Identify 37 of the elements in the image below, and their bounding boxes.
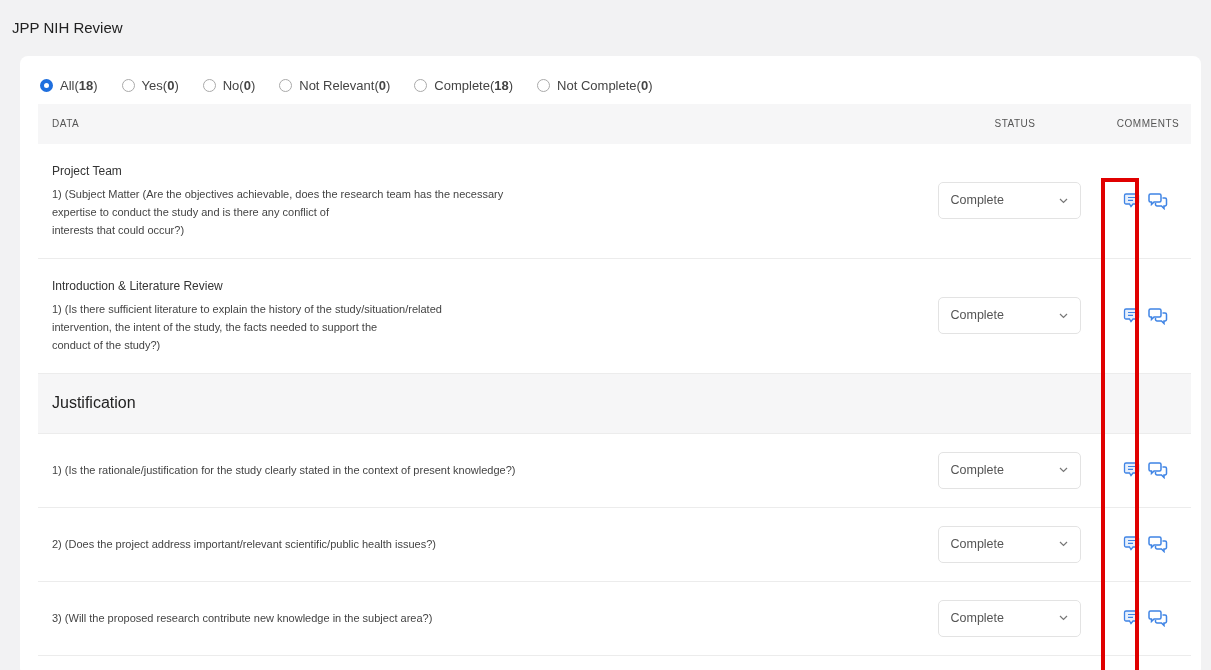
status-dropdown[interactable]: Complete xyxy=(937,297,1081,334)
question-text: expertise to conduct the study and is there any conflict of xyxy=(52,205,330,220)
chevron-down-icon xyxy=(1058,197,1068,204)
status-dropdown[interactable]: Complete xyxy=(937,599,1081,637)
filter-radio[interactable]: Complete(18) xyxy=(414,76,514,96)
conversation-icon[interactable] xyxy=(1148,535,1168,553)
column-header: STATUS xyxy=(993,117,1037,131)
conversation-icon[interactable] xyxy=(1148,191,1168,210)
question-text: 1) (Is the rationale/justification for the study clearly stated in the context of present knowledge?) xyxy=(52,463,517,478)
conversation-icon[interactable] xyxy=(1148,461,1168,479)
question-text: intervention, the intent of the study, the facts needed to support the xyxy=(52,320,379,335)
page-title: JPP NIH Review xyxy=(11,18,124,38)
question-text: 3) (Will the proposed research contribute new knowledge in the subject area?) xyxy=(52,611,434,626)
question-text: 1) (Subject Matter (Are the objectives achievable, does the research team has the necessary xyxy=(52,187,505,202)
section-heading: Justification xyxy=(51,393,136,413)
conversation-icon[interactable] xyxy=(1148,306,1168,325)
filter-radio[interactable]: No(0) xyxy=(202,76,256,96)
column-header: COMMENTS xyxy=(1115,117,1181,131)
status-dropdown[interactable]: Complete xyxy=(937,182,1081,219)
question-text: conduct of the study?) xyxy=(52,338,162,353)
question-group-title: Introduction & Literature Review xyxy=(52,278,224,295)
question-text: interests that could occur?) xyxy=(52,223,186,238)
conversation-icon[interactable] xyxy=(1148,609,1168,627)
status-dropdown[interactable]: Complete xyxy=(937,525,1081,563)
chevron-down-icon xyxy=(1058,467,1068,473)
filter-radio[interactable]: Not Complete(0) xyxy=(537,76,653,96)
column-header: DATA xyxy=(51,117,81,131)
status-dropdown[interactable]: Complete xyxy=(937,451,1081,489)
filter-radio[interactable]: All(18) xyxy=(40,76,98,96)
filter-radio[interactable]: Not Relevant(0) xyxy=(279,76,391,96)
chevron-down-icon xyxy=(1058,615,1068,621)
chevron-down-icon xyxy=(1058,541,1068,547)
question-group-title: Project Team xyxy=(52,163,123,180)
filter-radio[interactable]: Yes(0) xyxy=(121,76,179,96)
question-text: 2) (Does the project address important/relevant scientific/public health issues?) xyxy=(52,537,437,552)
question-text: 1) (Is there sufficient literature to explain the history of the study/situation/related xyxy=(52,302,443,317)
chevron-down-icon xyxy=(1058,312,1068,319)
